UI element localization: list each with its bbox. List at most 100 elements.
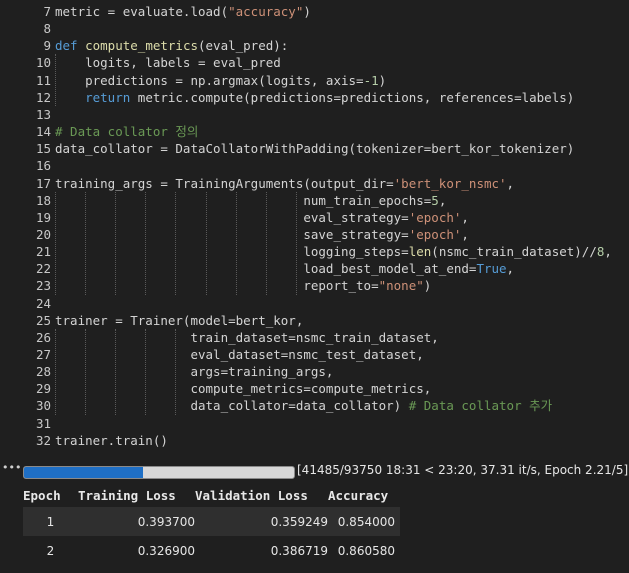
indent-guide <box>235 191 237 295</box>
code-line[interactable]: 20 save_strategy='epoch', <box>0 226 629 243</box>
line-number: 10 <box>35 55 51 71</box>
header-training-loss: Training Loss <box>78 487 176 503</box>
code-line[interactable]: 32 trainer.train() <box>0 432 629 449</box>
code-text: save_strategy='epoch', <box>55 226 469 243</box>
indent-guide <box>265 191 267 295</box>
code-token: 5 <box>431 192 439 208</box>
indent-guide <box>55 54 56 106</box>
line-number: 19 <box>35 209 51 225</box>
code-token: 'epoch' <box>408 209 462 225</box>
code-text: trainer = Trainer(model=bert_kor, <box>55 312 303 329</box>
code-token: report_to= <box>55 278 379 294</box>
code-line[interactable]: 25 trainer = Trainer(model=bert_kor, <box>0 312 629 329</box>
code-token: ) <box>378 72 387 88</box>
code-token: , <box>506 175 515 191</box>
line-number: 18 <box>35 192 51 208</box>
code-token: , <box>461 209 469 225</box>
line-number: 20 <box>35 226 51 242</box>
cell-training-loss: 0.393700 <box>78 507 195 536</box>
code-line[interactable]: 11 predictions = np.argmax(logits, axis=… <box>0 72 629 89</box>
indent-guide <box>175 191 177 295</box>
line-number: 21 <box>35 244 51 260</box>
code-token: , <box>506 261 515 277</box>
code-line[interactable]: 17 training_args = TrainingArguments(outp… <box>0 175 629 192</box>
code-line[interactable]: 9 def compute_metrics(eval_pred): <box>0 37 629 54</box>
code-token: # Data collator 정의 <box>55 124 199 140</box>
code-line[interactable]: 30 data_collator=data_collator) # Data c… <box>0 397 629 414</box>
training-metrics-table: Epoch Training Loss Validation Loss Accu… <box>23 483 400 565</box>
line-number: 27 <box>35 347 51 362</box>
code-token: , <box>604 244 612 260</box>
indent-guide <box>115 191 117 295</box>
progress-status-text: [41485/93750 18:31 < 23:20, 37.31 it/s, … <box>297 463 629 477</box>
indent-guide <box>145 328 147 415</box>
header-accuracy: Accuracy <box>328 487 389 503</box>
indent-guide <box>295 191 297 295</box>
code-token: -1 <box>363 72 379 88</box>
indent-guide <box>55 328 56 415</box>
code-line[interactable]: 18 num_train_epochs=5, <box>0 192 629 209</box>
code-token: , <box>438 192 447 208</box>
line-number: 25 <box>35 312 51 328</box>
code-line[interactable]: 21 logging_steps=len(nsmc_train_dataset)… <box>0 243 629 260</box>
code-line[interactable]: 22 load_best_model_at_end=True, <box>0 260 629 277</box>
code-token: compute_metrics=compute_metrics, <box>55 381 432 397</box>
code-text: compute_metrics=compute_metrics, <box>55 380 431 397</box>
code-text: def compute_metrics(eval_pred): <box>55 37 288 54</box>
code-line[interactable]: 26 train_dataset=nsmc_train_dataset, <box>0 329 629 346</box>
code-token: len <box>408 244 432 260</box>
code-token: logging_steps= <box>55 244 409 260</box>
code-text: training_args = TrainingArguments(output… <box>55 175 514 192</box>
line-number: 28 <box>35 364 51 380</box>
code-token: 'bert_kor_nsmc' <box>393 175 507 191</box>
code-token: "accuracy" <box>228 4 304 19</box>
code-line[interactable]: 10 logits, labels = eval_pred <box>0 54 629 71</box>
code-line[interactable]: 27 eval_dataset=nsmc_test_dataset, <box>0 346 629 363</box>
line-number: 14 <box>35 124 51 140</box>
line-number: 29 <box>35 381 51 397</box>
training-progress-bar <box>23 466 295 479</box>
code-token: (nsmc_train_dataset)// <box>431 244 597 260</box>
code-line[interactable]: 12 return metric.compute(predictions=pre… <box>0 89 629 106</box>
code-line[interactable]: 16 <box>0 157 629 174</box>
code-line[interactable]: 24 <box>0 295 629 312</box>
code-text: data_collator = DataCollatorWithPadding(… <box>55 140 574 157</box>
code-token: metric = evaluate.load( <box>55 4 229 19</box>
code-text: train_dataset=nsmc_train_dataset, <box>55 329 438 346</box>
code-token: num_train_epochs= <box>55 192 432 208</box>
code-token: args=training_args, <box>55 364 334 380</box>
code-token: "none" <box>378 278 424 294</box>
code-line[interactable]: 7 metric = evaluate.load("accuracy") <box>0 3 629 20</box>
indent-guide <box>115 328 117 415</box>
code-text: predictions = np.argmax(logits, axis=-1) <box>55 72 386 89</box>
code-text: trainer.train() <box>55 432 168 449</box>
code-token: predictions = np.argmax(logits, axis= <box>55 72 364 88</box>
indent-guide <box>85 328 87 415</box>
code-line[interactable]: 31 <box>0 415 629 432</box>
code-line[interactable]: 23 report_to="none") <box>0 277 629 294</box>
code-line[interactable]: 14 # Data collator 정의 <box>0 123 629 140</box>
code-line[interactable]: 29 compute_metrics=compute_metrics, <box>0 380 629 397</box>
code-line[interactable]: 8 <box>0 20 629 37</box>
code-line[interactable]: 15 data_collator = DataCollatorWithPaddin… <box>0 140 629 157</box>
line-number: 9 <box>43 38 51 54</box>
line-number: 15 <box>35 141 51 157</box>
code-line[interactable]: 28 args=training_args, <box>0 363 629 380</box>
code-token: data_collator=data_collator) <box>55 398 409 414</box>
line-number: 30 <box>35 398 51 414</box>
cell-accuracy: 0.854000 <box>328 507 400 536</box>
code-token: logits, labels = eval_pred <box>55 55 281 71</box>
code-token: # Data collator 추가 <box>408 398 553 414</box>
indent-guide <box>55 191 56 295</box>
code-line[interactable]: 13 <box>0 106 629 123</box>
indent-guide <box>205 191 207 295</box>
output-menu-icon[interactable]: ••• <box>2 461 21 474</box>
code-token: True <box>476 261 507 277</box>
header-epoch: Epoch <box>23 487 61 503</box>
line-number: 31 <box>35 415 51 431</box>
line-number: 8 <box>43 21 51 37</box>
code-line[interactable]: 19 eval_strategy='epoch', <box>0 209 629 226</box>
code-text: num_train_epochs=5, <box>55 192 446 209</box>
code-editor[interactable]: 7 metric = evaluate.load("accuracy") 8 9 def… <box>0 0 629 455</box>
cell-epoch: 1 <box>23 507 78 536</box>
